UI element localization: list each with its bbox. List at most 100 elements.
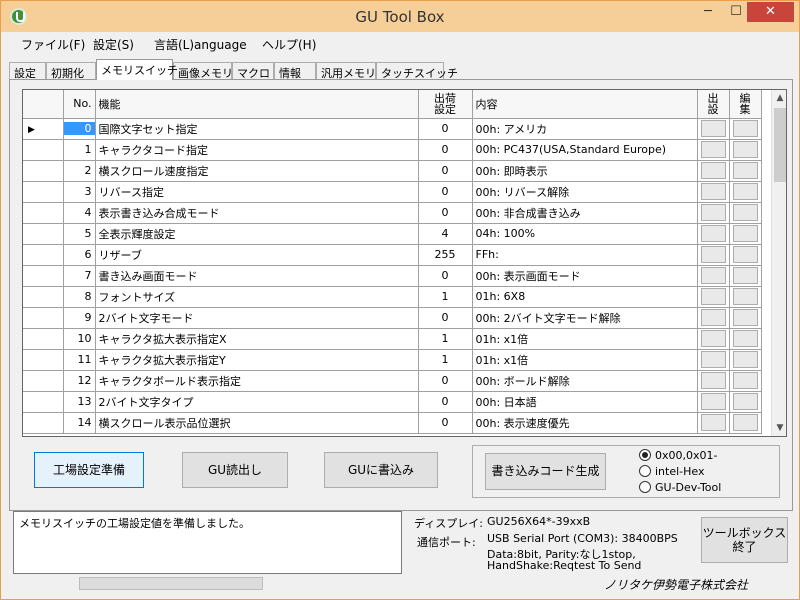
row-default-value[interactable]: 0 [418,139,473,161]
row-content[interactable]: 04h: 100% [472,223,698,245]
row-output-button[interactable] [700,393,726,410]
row-number[interactable]: 6 [63,244,96,266]
row-edit-cell[interactable] [729,202,762,224]
row-edit-button[interactable] [732,183,758,200]
table-row[interactable]: 14 横スクロール表示品位選択 0 00h: 表示速度優先 [23,412,762,434]
row-number[interactable]: 1 [63,139,96,161]
row-edit-button[interactable] [732,351,758,368]
row-content[interactable]: 00h: アメリカ [472,118,698,140]
row-function[interactable]: 2バイト文字モード [95,307,419,329]
row-edit-cell[interactable] [729,349,762,371]
table-row[interactable]: 11 キャラクタ拡大表示指定Y 1 01h: x1倍 [23,349,762,371]
row-default-value[interactable]: 0 [418,265,473,287]
tab-info[interactable]: 情報 [274,62,316,80]
row-edit-button[interactable] [732,330,758,347]
close-button[interactable]: ✕ [747,2,794,22]
row-edit-button[interactable] [732,162,758,179]
row-number[interactable]: 14 [63,412,96,434]
row-output-cell[interactable] [697,391,730,413]
row-edit-button[interactable] [732,288,758,305]
row-edit-cell[interactable] [729,265,762,287]
scroll-thumb[interactable] [774,108,786,182]
row-number[interactable]: 13 [63,391,96,413]
row-number[interactable]: 12 [63,370,96,392]
row-default-value[interactable]: 0 [418,391,473,413]
row-output-button[interactable] [700,183,726,200]
maximize-button[interactable]: ☐ [723,2,749,22]
row-edit-cell[interactable] [729,370,762,392]
row-default-value[interactable]: 1 [418,286,473,308]
header-output[interactable]: 出 設 [697,90,730,119]
row-edit-cell[interactable] [729,412,762,434]
gu-write-button[interactable]: GUに書込み [324,452,438,488]
row-edit-cell[interactable] [729,160,762,182]
row-number[interactable]: 8 [63,286,96,308]
row-output-cell[interactable] [697,118,730,140]
row-edit-cell[interactable] [729,391,762,413]
header-default[interactable]: 出荷 設定 [418,90,473,119]
table-row[interactable]: 4 表示書き込み合成モード 0 00h: 非合成書き込み [23,202,762,224]
table-row[interactable]: 2 横スクロール速度指定 0 00h: 即時表示 [23,160,762,182]
table-row[interactable]: 9 2バイト文字モード 0 00h: 2バイト文字モード解除 [23,307,762,329]
tab-image-memory[interactable]: 画像メモリ [173,62,233,80]
row-default-value[interactable]: 255 [418,244,473,266]
row-function[interactable]: キャラクタコード指定 [95,139,419,161]
row-default-value[interactable]: 0 [418,370,473,392]
row-output-cell[interactable] [697,412,730,434]
table-row[interactable]: 10 キャラクタ拡大表示指定X 1 01h: x1倍 [23,328,762,350]
row-edit-button[interactable] [732,309,758,326]
row-function[interactable]: キャラクタ拡大表示指定Y [95,349,419,371]
row-edit-cell[interactable] [729,328,762,350]
menu-language[interactable]: 言語(L)anguage [154,36,247,53]
row-edit-button[interactable] [732,414,758,431]
row-edit-cell[interactable] [729,181,762,203]
row-edit-cell[interactable] [729,118,762,140]
row-content[interactable]: 00h: 非合成書き込み [472,202,698,224]
row-output-cell[interactable] [697,223,730,245]
header-edit[interactable]: 編 集 [729,90,762,119]
row-function[interactable]: リザーブ [95,244,419,266]
row-output-button[interactable] [700,351,726,368]
row-default-value[interactable]: 1 [418,328,473,350]
row-function[interactable]: リバース指定 [95,181,419,203]
row-edit-cell[interactable] [729,307,762,329]
row-edit-button[interactable] [732,246,758,263]
row-default-value[interactable]: 0 [418,181,473,203]
row-edit-button[interactable] [732,225,758,242]
row-number[interactable]: 10 [63,328,96,350]
row-output-button[interactable] [700,246,726,263]
gu-read-button[interactable]: GU読出し [182,452,288,488]
menu-help[interactable]: ヘルプ(H) [262,36,316,53]
horizontal-scrollbar[interactable] [79,577,263,590]
row-output-cell[interactable] [697,139,730,161]
row-output-button[interactable] [700,330,726,347]
table-row[interactable]: 8 フォントサイズ 1 01h: 6X8 [23,286,762,308]
header-no[interactable]: No. [63,90,96,119]
row-function[interactable]: 書き込み画面モード [95,265,419,287]
row-edit-cell[interactable] [729,223,762,245]
row-default-value[interactable]: 0 [418,118,473,140]
row-output-cell[interactable] [697,181,730,203]
memory-switch-grid[interactable]: No. 機能 出荷 設定 内容 出 設 編 集 ▶ 0 国際文字セット指定 0 … [22,89,787,437]
row-edit-button[interactable] [732,204,758,221]
row-number[interactable]: 3 [63,181,96,203]
row-content[interactable]: 00h: リバース解除 [472,181,698,203]
table-row[interactable]: 1 キャラクタコード指定 0 00h: PC437(USA,Standard Euro… [23,139,762,161]
row-function[interactable]: 横スクロール速度指定 [95,160,419,182]
menu-settings[interactable]: 設定(S) [93,36,134,53]
status-message-box[interactable]: メモリスイッチの工場設定値を準備しました。 [13,511,402,574]
row-number[interactable]: 11 [63,349,96,371]
tab-touch-switch[interactable]: タッチスイッチ [376,62,458,80]
row-output-cell[interactable] [697,286,730,308]
scroll-down-icon[interactable]: ▼ [772,420,786,436]
row-output-cell[interactable] [697,244,730,266]
row-content[interactable]: 00h: 表示速度優先 [472,412,698,434]
row-content[interactable]: 00h: PC437(USA,Standard Europe) [472,139,698,161]
row-function[interactable]: キャラクタ拡大表示指定X [95,328,419,350]
row-function[interactable]: 2バイト文字タイプ [95,391,419,413]
row-output-cell[interactable] [697,265,730,287]
row-function[interactable]: 国際文字セット指定 [95,118,419,140]
row-output-button[interactable] [700,204,726,221]
row-number[interactable]: 9 [63,307,96,329]
row-default-value[interactable]: 1 [418,349,473,371]
